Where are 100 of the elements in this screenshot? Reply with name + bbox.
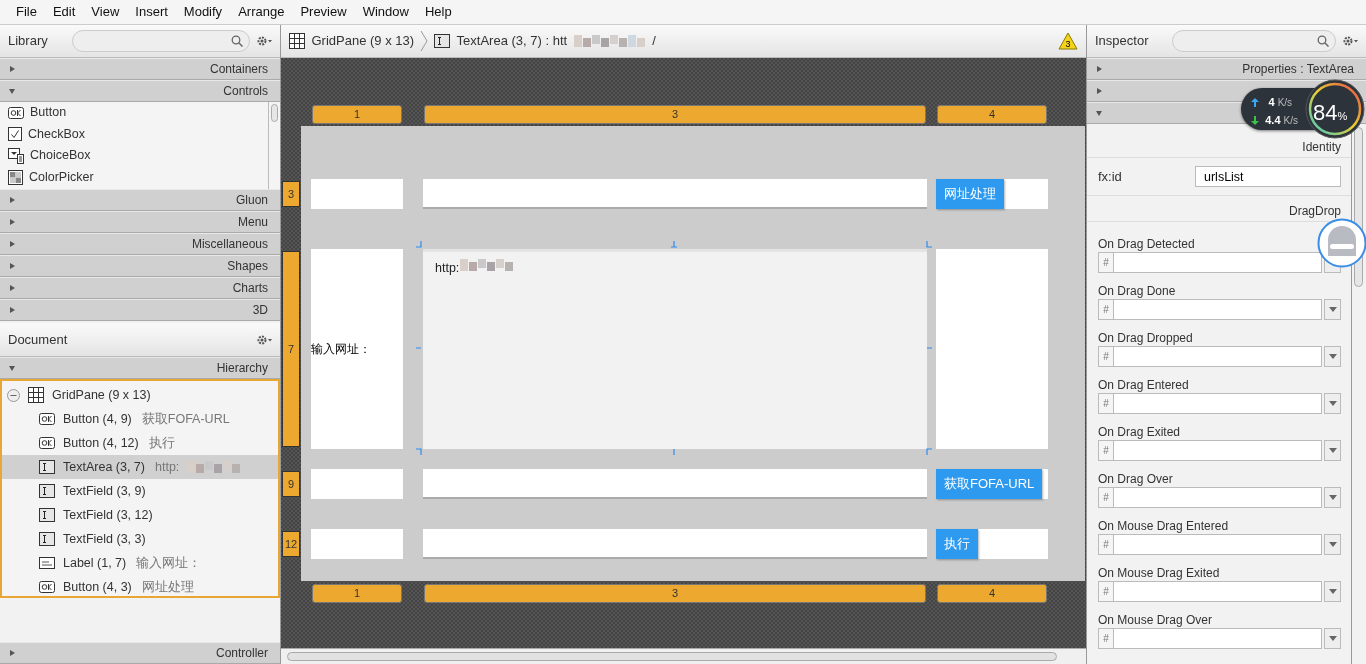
expand-arrow-icon[interactable] (8, 262, 16, 270)
scrollbar[interactable] (281, 648, 1086, 664)
accordion-header[interactable]: 3D (0, 299, 280, 321)
expand-arrow-icon[interactable] (1095, 87, 1103, 95)
section-label[interactable]: Menu (237, 213, 268, 231)
handler-field[interactable] (1113, 581, 1322, 602)
accordion-header[interactable]: Controls (0, 80, 280, 102)
settings-icon[interactable] (256, 35, 272, 47)
tree-item[interactable]: Button (4, 3) 网址处理 (2, 575, 278, 599)
search-icon[interactable] (1317, 35, 1329, 47)
dropdown-button[interactable] (1324, 581, 1341, 602)
section-label[interactable]: Hierarchy (216, 359, 268, 377)
section-label[interactable]: Charts (232, 279, 268, 297)
library-item[interactable]: ColorPicker (0, 166, 268, 188)
accordion-header[interactable]: Charts (0, 277, 280, 299)
expand-arrow-icon[interactable] (8, 65, 16, 73)
section-label[interactable]: Miscellaneous (191, 235, 268, 253)
dropdown-button[interactable] (1324, 393, 1341, 414)
floating-ball-toast[interactable] (1317, 218, 1366, 268)
column-header[interactable]: 1 (312, 105, 402, 124)
column-header[interactable]: 1 (312, 584, 402, 603)
library-item[interactable]: Button (0, 102, 268, 124)
handler-field[interactable] (1113, 252, 1322, 273)
dropdown-button[interactable] (1324, 440, 1341, 461)
handler-field[interactable] (1113, 440, 1322, 461)
handler-field[interactable] (1113, 534, 1322, 555)
column-header[interactable]: 4 (937, 105, 1047, 124)
menu-item[interactable]: File (8, 2, 45, 22)
section-label[interactable]: Properties : TextArea (1242, 60, 1354, 78)
accordion-header[interactable]: Containers (0, 58, 280, 80)
tree-item[interactable]: TextField (3, 9) (2, 479, 278, 503)
handler-field[interactable] (1113, 628, 1322, 649)
column-header[interactable]: 4 (937, 584, 1047, 603)
column-header[interactable]: 3 (424, 105, 926, 124)
row-header[interactable]: 9 (282, 471, 300, 497)
tree-item[interactable]: TextField (3, 3) (2, 527, 278, 551)
handler-field[interactable] (1113, 393, 1322, 414)
menu-item[interactable]: Preview (292, 2, 355, 22)
dropdown-button[interactable] (1324, 346, 1341, 367)
tree-item[interactable]: TextField (3, 12) (2, 503, 278, 527)
collapse-arrow-icon[interactable] (1095, 109, 1103, 117)
accordion-header[interactable]: Hierarchy (0, 357, 280, 379)
menu-item[interactable]: Arrange (230, 2, 293, 22)
text-field[interactable]: urlsList (1195, 166, 1341, 187)
accordion-header[interactable]: Shapes (0, 255, 280, 277)
scrollbar[interactable] (268, 102, 280, 189)
tree-item[interactable]: Button (4, 9) 获取FOFA-URL (2, 407, 278, 431)
warning-badge[interactable]: 3 (1058, 32, 1078, 50)
section-label[interactable]: Gluon (235, 191, 268, 209)
search-icon[interactable] (231, 35, 243, 47)
settings-icon[interactable] (256, 333, 272, 346)
handler-field[interactable] (1113, 299, 1322, 320)
row-header[interactable]: 12 (282, 531, 300, 557)
menu-item[interactable]: View (83, 2, 128, 22)
collapse-arrow-icon[interactable] (8, 87, 16, 95)
collapse-arrow-icon[interactable] (8, 364, 16, 372)
dropdown-button[interactable] (1324, 299, 1341, 320)
expand-arrow-icon[interactable] (1095, 65, 1103, 73)
menu-item[interactable]: Help (416, 2, 460, 22)
menu-item[interactable]: Insert (127, 2, 176, 22)
tree-item[interactable]: Button (4, 12) 执行 (2, 431, 278, 455)
accordion-header[interactable]: Gluon (0, 189, 280, 211)
expand-arrow-icon[interactable] (8, 196, 16, 204)
dropdown-button[interactable] (1324, 534, 1341, 555)
text-field[interactable] (423, 469, 927, 499)
search-field[interactable] (1172, 30, 1336, 52)
text-field[interactable] (423, 179, 927, 209)
menu-item[interactable]: Edit (44, 2, 84, 22)
menu-item[interactable]: Modify (175, 2, 231, 22)
library-item[interactable]: ChoiceBox (0, 145, 268, 167)
breadcrumb-item[interactable]: GridPane (9 x 13) (289, 31, 415, 51)
expand-arrow-icon[interactable] (8, 649, 16, 657)
section-label[interactable]: Shapes (227, 257, 268, 275)
settings-icon[interactable] (1342, 35, 1358, 47)
dropdown-button[interactable] (1324, 487, 1341, 508)
breadcrumb-item[interactable]: TextArea (3, 7) : htt / (434, 31, 656, 51)
search-field[interactable] (71, 30, 250, 52)
library-item[interactable]: CheckBox (0, 123, 268, 145)
column-header[interactable]: 3 (424, 584, 926, 603)
accordion-header[interactable]: Controller (0, 642, 280, 664)
collapse-icon[interactable] (7, 388, 20, 402)
expand-arrow-icon[interactable] (8, 306, 16, 314)
row-header[interactable]: 7 (282, 251, 300, 447)
section-label[interactable]: Controls (223, 82, 268, 100)
text-area[interactable]: http: (423, 249, 927, 449)
section-label[interactable]: 3D (252, 301, 268, 319)
handler-field[interactable] (1113, 346, 1322, 367)
row-header[interactable]: 3 (282, 181, 300, 207)
text-field[interactable] (423, 529, 927, 559)
expand-arrow-icon[interactable] (8, 284, 16, 292)
dropdown-button[interactable] (1324, 628, 1341, 649)
tree-item[interactable]: Label (1, 7) 输入网址： (2, 551, 278, 575)
accordion-header[interactable]: Menu (0, 211, 280, 233)
section-label[interactable]: Controller (215, 644, 268, 662)
tree-item[interactable]: GridPane (9 x 13) (2, 383, 278, 407)
handler-field[interactable] (1113, 487, 1322, 508)
expand-arrow-icon[interactable] (8, 240, 16, 248)
accordion-header[interactable]: Miscellaneous (0, 233, 280, 255)
expand-arrow-icon[interactable] (8, 218, 16, 226)
accordion-header[interactable]: Properties : TextArea (1087, 58, 1366, 80)
